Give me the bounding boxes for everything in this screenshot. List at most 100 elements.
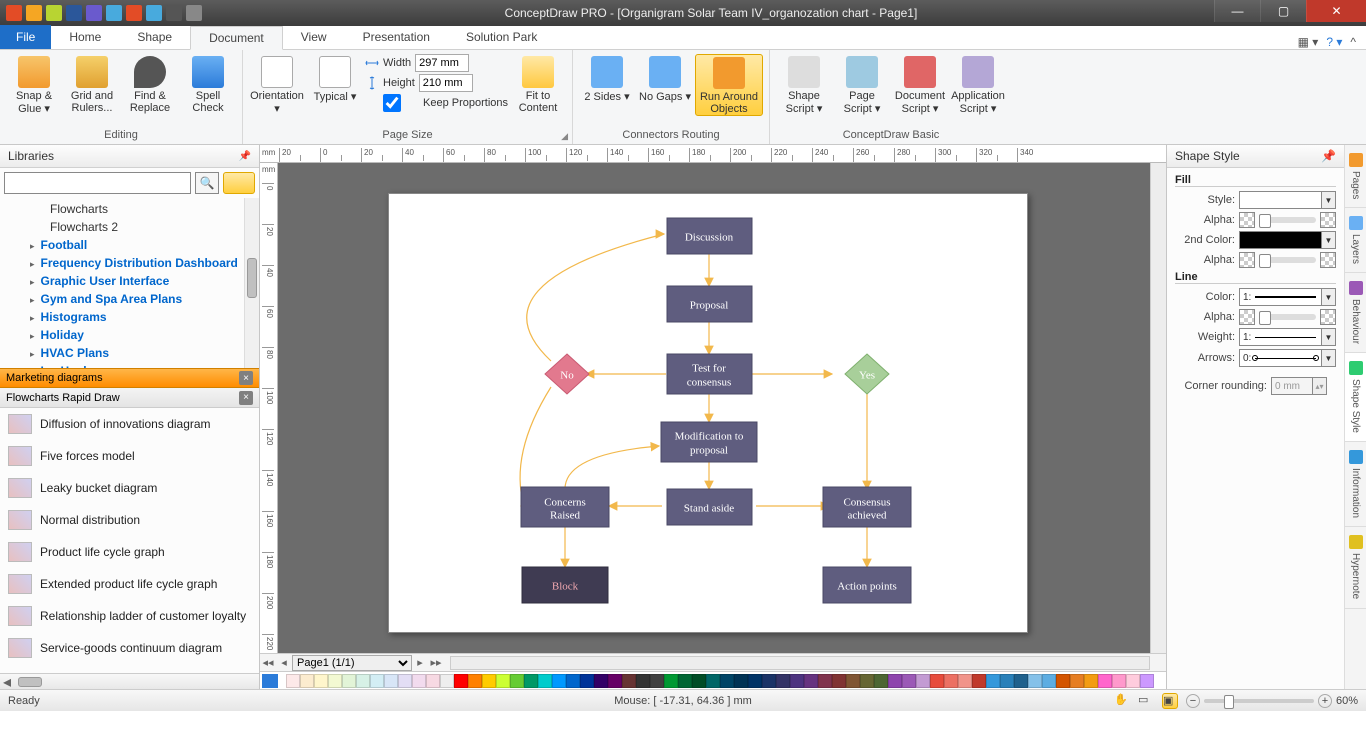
two-sides-button[interactable]: 2 Sides ▾: [579, 54, 635, 103]
color-swatch[interactable]: [622, 674, 636, 688]
color-swatch[interactable]: [1014, 674, 1028, 688]
document-script-button[interactable]: Document Script ▾: [892, 54, 948, 115]
tree-item[interactable]: HVAC Plans: [2, 344, 255, 362]
close-section-icon[interactable]: ×: [239, 371, 253, 385]
color-swatch[interactable]: [594, 674, 608, 688]
color-swatch[interactable]: [510, 674, 524, 688]
qat-icon[interactable]: [46, 5, 62, 21]
pin-icon[interactable]: 📌: [1321, 149, 1336, 163]
minimize-button[interactable]: —: [1214, 0, 1260, 22]
color-swatch[interactable]: [1000, 674, 1014, 688]
hand-tool-icon[interactable]: ✋: [1114, 693, 1130, 709]
shape-item[interactable]: Five forces model: [0, 440, 259, 472]
page-select[interactable]: Page1 (1/1): [292, 655, 412, 671]
color-swatch[interactable]: [398, 674, 412, 688]
color-swatch[interactable]: [944, 674, 958, 688]
page-next-icon[interactable]: ▸: [412, 656, 428, 669]
color-swatch[interactable]: [636, 674, 650, 688]
color-swatch[interactable]: [972, 674, 986, 688]
color-swatch[interactable]: [286, 674, 300, 688]
tab-home[interactable]: Home: [51, 25, 119, 49]
library-tree[interactable]: Flowcharts Flowcharts 2 Football Frequen…: [0, 198, 259, 368]
tree-item[interactable]: Ice Hockey: [2, 362, 255, 368]
color-swatch[interactable]: [356, 674, 370, 688]
section-marketing[interactable]: Marketing diagrams×: [0, 368, 259, 388]
arrows-dropdown[interactable]: 0:▼: [1239, 349, 1336, 367]
color-swatch[interactable]: [692, 674, 706, 688]
qat-icon[interactable]: [66, 5, 82, 21]
color-swatch[interactable]: [846, 674, 860, 688]
typical-button[interactable]: Typical ▾: [307, 54, 363, 103]
search-button[interactable]: 🔍: [195, 172, 219, 194]
color-swatch[interactable]: [678, 674, 692, 688]
zoom-in-icon[interactable]: +: [1318, 694, 1332, 708]
canvas-v-scrollbar[interactable]: [1150, 163, 1166, 653]
snap-glue-button[interactable]: Snap & Glue ▾: [6, 54, 62, 115]
color-swatch[interactable]: [412, 674, 426, 688]
color-swatch[interactable]: [986, 674, 1000, 688]
fit-content-button[interactable]: Fit to Content: [510, 54, 566, 114]
spell-check-button[interactable]: Spell Check: [180, 54, 236, 114]
grid-rulers-button[interactable]: Grid and Rulers...: [64, 54, 120, 114]
color-swatch[interactable]: [566, 674, 580, 688]
color-swatch[interactable]: [538, 674, 552, 688]
fill-alpha-slider[interactable]: [1259, 217, 1316, 223]
shape-item[interactable]: Extended product life cycle graph: [0, 568, 259, 600]
tree-item[interactable]: Frequency Distribution Dashboard: [2, 254, 255, 272]
file-tab[interactable]: File: [0, 25, 51, 49]
zoom-out-icon[interactable]: −: [1186, 694, 1200, 708]
color-swatch[interactable]: [1098, 674, 1112, 688]
qat-icon[interactable]: [6, 5, 22, 21]
color-swatch[interactable]: [1028, 674, 1042, 688]
section-flowcharts[interactable]: Flowcharts Rapid Draw×: [0, 388, 259, 408]
keep-proportions-checkbox[interactable]: Keep Proportions: [365, 94, 508, 112]
color-swatch[interactable]: [930, 674, 944, 688]
qat-icon[interactable]: [186, 5, 202, 21]
side-tab-hypernote[interactable]: Hypernote: [1345, 527, 1366, 608]
line-alpha-slider[interactable]: [1259, 314, 1316, 320]
color-swatch[interactable]: [748, 674, 762, 688]
shape-script-button[interactable]: Shape Script ▾: [776, 54, 832, 115]
page[interactable]: No Yes Discussion Proposal Test forconse…: [388, 193, 1028, 633]
view-toggle-button[interactable]: [223, 172, 255, 194]
help-dropdown-icon[interactable]: ▦ ▾: [1298, 35, 1319, 49]
color-swatch[interactable]: [370, 674, 384, 688]
tree-scrollbar[interactable]: [244, 198, 259, 368]
color-swatch[interactable]: [1042, 674, 1056, 688]
tree-item[interactable]: Flowcharts 2: [2, 218, 255, 236]
zoom-slider[interactable]: [1204, 699, 1314, 703]
second-color-dropdown[interactable]: ▼: [1239, 231, 1336, 249]
color-swatch[interactable]: [1056, 674, 1070, 688]
shape-item[interactable]: Diffusion of innovations diagram: [0, 408, 259, 440]
corner-rounding-input[interactable]: 0 mm▴▾: [1271, 377, 1327, 395]
color-swatch[interactable]: [384, 674, 398, 688]
color-swatch[interactable]: [720, 674, 734, 688]
color-swatch[interactable]: [482, 674, 496, 688]
find-replace-button[interactable]: Find & Replace: [122, 54, 178, 114]
color-swatch[interactable]: [804, 674, 818, 688]
shape-item[interactable]: Normal distribution: [0, 504, 259, 536]
weight-dropdown[interactable]: 1:▼: [1239, 328, 1336, 346]
color-swatch[interactable]: [426, 674, 440, 688]
second-alpha-slider[interactable]: [1259, 257, 1316, 263]
color-swatch[interactable]: [440, 674, 454, 688]
color-swatch[interactable]: [328, 674, 342, 688]
maximize-button[interactable]: ▢: [1260, 0, 1306, 22]
fill-style-dropdown[interactable]: ▼: [1239, 191, 1336, 209]
color-swatch[interactable]: [496, 674, 510, 688]
color-swatch[interactable]: [468, 674, 482, 688]
color-swatch[interactable]: [580, 674, 594, 688]
qat-icon[interactable]: [146, 5, 162, 21]
color-swatch[interactable]: [300, 674, 314, 688]
close-button[interactable]: ✕: [1306, 0, 1366, 22]
orientation-button[interactable]: Orientation ▾: [249, 54, 305, 115]
pin-icon[interactable]: 📌: [239, 151, 251, 162]
help-icon[interactable]: ? ▾: [1326, 35, 1342, 49]
color-swatch[interactable]: [874, 674, 888, 688]
height-input[interactable]: [419, 74, 473, 92]
collapse-ribbon-icon[interactable]: ^: [1350, 35, 1356, 49]
shape-item[interactable]: Product life cycle graph: [0, 536, 259, 568]
tree-item[interactable]: Gym and Spa Area Plans: [2, 290, 255, 308]
tab-view[interactable]: View: [283, 25, 345, 49]
tree-item[interactable]: Holiday: [2, 326, 255, 344]
